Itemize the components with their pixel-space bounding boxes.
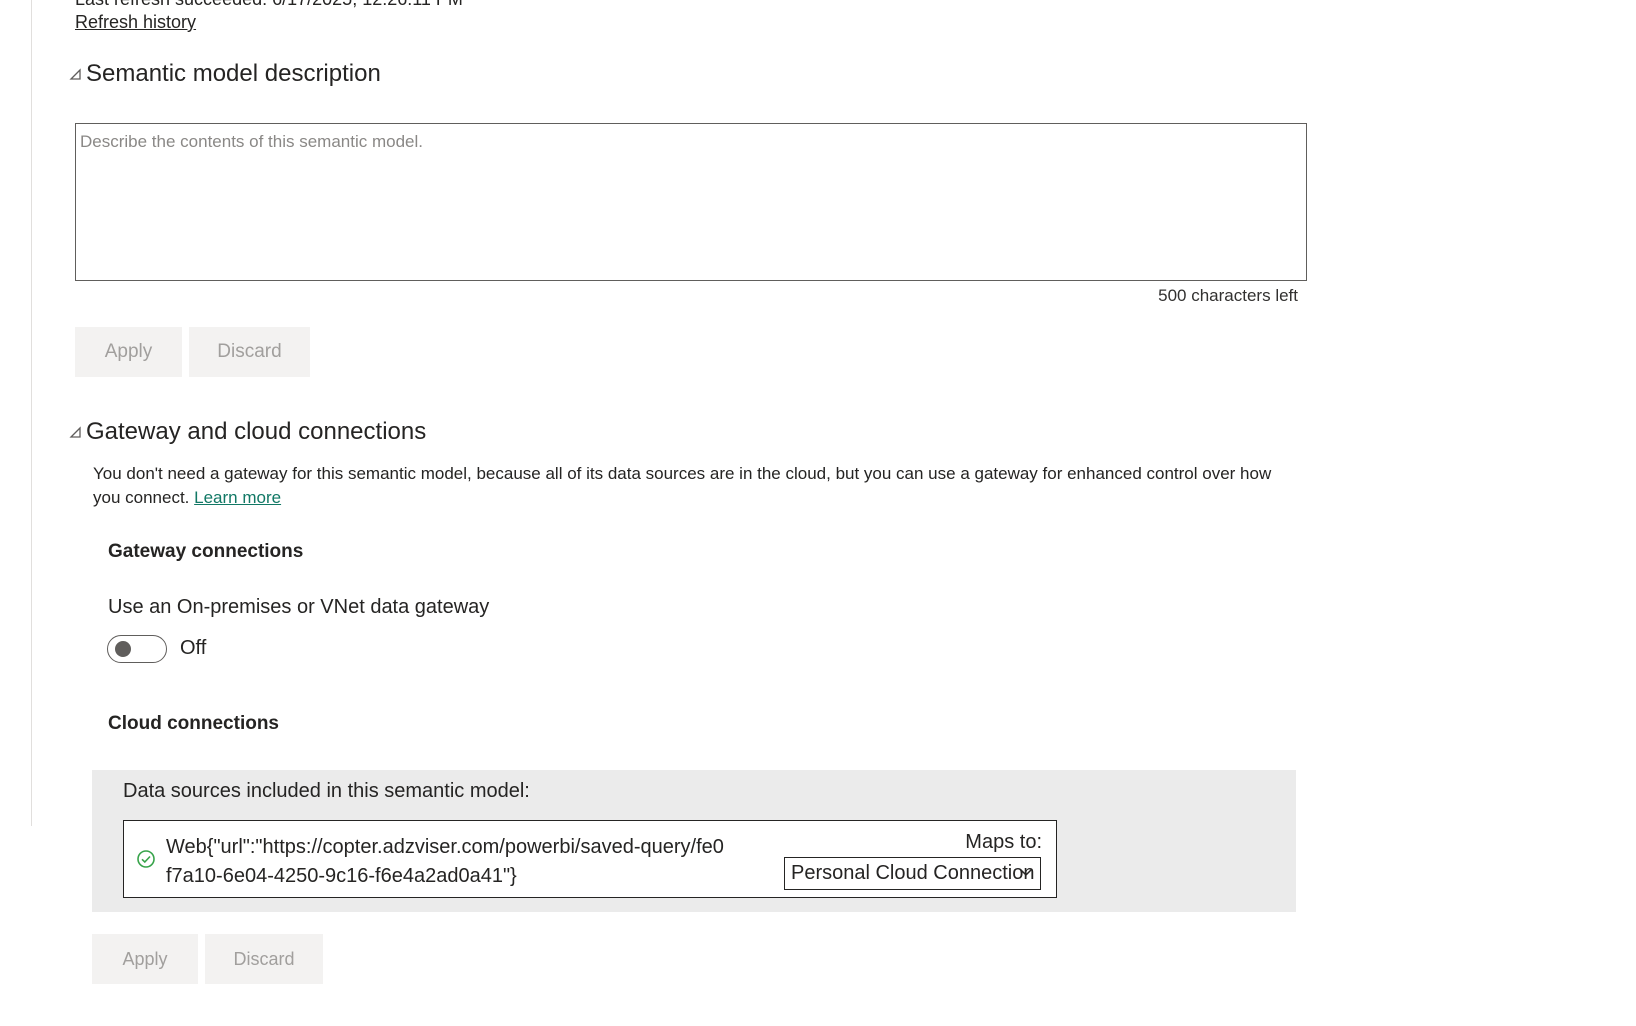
description-apply-button[interactable]: Apply	[75, 327, 182, 377]
learn-more-link[interactable]: Learn more	[194, 488, 281, 507]
cloud-connections-heading: Cloud connections	[108, 713, 279, 734]
chevron-down-icon	[1020, 869, 1032, 877]
data-source-row: Web{"url":"https://copter.adzviser.com/p…	[123, 820, 1057, 898]
gateway-description: You don't need a gateway for this semant…	[93, 462, 1293, 510]
collapse-triangle-icon	[69, 68, 81, 80]
check-circle-icon	[137, 850, 155, 868]
gateway-discard-button[interactable]: Discard	[205, 934, 323, 984]
connection-select[interactable]: Personal Cloud Connection	[784, 857, 1041, 890]
description-textarea-container[interactable]	[75, 123, 1307, 281]
description-section-header[interactable]: Semantic model description	[68, 60, 381, 88]
connection-select-value: Personal Cloud Connection	[791, 862, 1035, 884]
nav-divider	[31, 0, 32, 826]
data-sources-panel: Data sources included in this semantic m…	[92, 770, 1296, 912]
gateway-section-header[interactable]: Gateway and cloud connections	[68, 418, 426, 446]
collapse-triangle-icon	[69, 426, 81, 438]
gateway-connections-heading: Gateway connections	[108, 541, 304, 562]
data-source-name: Web{"url":"https://copter.adzviser.com/p…	[166, 836, 724, 887]
characters-left-counter: 500 characters left	[1158, 286, 1298, 305]
gateway-section-title: Gateway and cloud connections	[86, 418, 427, 445]
description-textarea[interactable]	[80, 132, 1302, 272]
maps-to-label: Maps to:	[965, 831, 1042, 853]
gateway-toggle-state: Off	[180, 637, 207, 659]
refresh-history-link[interactable]: Refresh history	[75, 12, 196, 33]
description-section-title: Semantic model description	[86, 60, 381, 87]
gateway-apply-button[interactable]: Apply	[92, 934, 198, 984]
last-refresh-status: Last refresh succeeded: 6/17/2025, 12:26…	[75, 0, 463, 10]
dataset-settings-page: Last refresh succeeded: 6/17/2025, 12:26…	[0, 0, 1636, 1026]
gateway-toggle[interactable]	[107, 635, 167, 663]
data-sources-label: Data sources included in this semantic m…	[123, 780, 530, 802]
description-discard-button[interactable]: Discard	[189, 327, 310, 377]
toggle-knob	[115, 641, 131, 657]
gateway-toggle-label: Use an On-premises or VNet data gateway	[108, 596, 490, 618]
